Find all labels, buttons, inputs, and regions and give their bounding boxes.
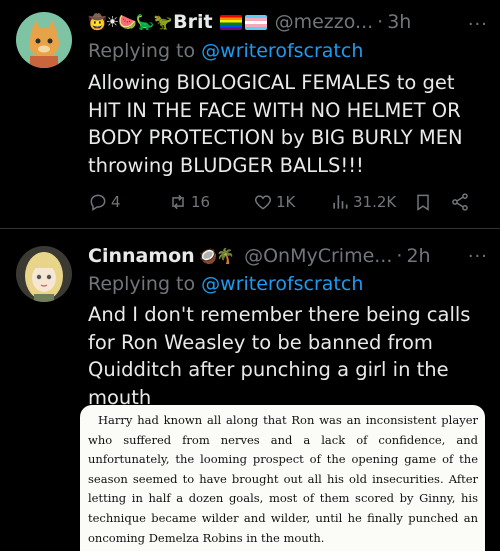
like-icon — [254, 195, 272, 210]
user-handle[interactable]: @mezzo... — [275, 10, 374, 34]
display-name[interactable]: Cinnamon — [88, 244, 195, 268]
like-button[interactable]: 1K — [253, 192, 295, 212]
separator: · — [377, 11, 384, 33]
avatar[interactable] — [16, 246, 72, 302]
user-handle[interactable]: @OnMyCrime... — [244, 244, 392, 268]
retweet-button[interactable]: 16 — [168, 192, 210, 212]
display-name[interactable]: Brit — [173, 10, 212, 34]
replying-prefix: Replying to — [88, 273, 202, 295]
replying-prefix: Replying to — [88, 40, 202, 62]
tweet-1[interactable]: 🤠☀🍉🦕🦖 Brit @mezzo... · 3h Replying to @w… — [0, 0, 500, 228]
trans-flag-icon — [244, 14, 267, 30]
more-options-icon[interactable]: ··· — [468, 14, 488, 35]
views-count: 31.2K — [353, 193, 397, 211]
tweet-2[interactable]: Cinnamon 🥥🌴 @OnMyCrime... · 2h Replying … — [0, 228, 500, 551]
rainbow-flag-icon — [219, 14, 242, 30]
like-count: 1K — [276, 193, 296, 211]
avatar[interactable] — [16, 12, 72, 68]
tweet-header: Cinnamon 🥥🌴 @OnMyCrime... · 2h — [88, 244, 488, 268]
tweet-text: And I don't remember there being calls f… — [88, 303, 471, 409]
tweet-text: Allowing BIOLOGICAL FEMALES to get HIT I… — [88, 71, 463, 177]
replying-to: Replying to @writerofscratch — [88, 272, 363, 296]
timestamp[interactable]: 2h — [406, 244, 430, 268]
share-icon — [452, 193, 468, 211]
replying-to-link[interactable]: @writerofscratch — [201, 273, 363, 295]
retweet-icon — [172, 194, 184, 210]
reply-icon — [90, 194, 106, 211]
timestamp[interactable]: 3h — [387, 10, 411, 34]
bookmark-icon — [417, 194, 429, 211]
reply-button[interactable]: 4 — [88, 192, 121, 212]
share-button[interactable] — [450, 192, 470, 212]
views-button[interactable]: 31.2K — [330, 192, 396, 212]
name-emojis: 🥥🌴 — [198, 247, 235, 265]
reply-count: 4 — [111, 193, 121, 211]
views-icon — [333, 195, 348, 209]
separator: · — [396, 245, 403, 267]
replying-to: Replying to @writerofscratch — [88, 39, 363, 63]
tweet-actions: 4 16 1K 31.2K — [88, 192, 480, 218]
name-emojis: 🤠☀🍉🦕🦖 — [88, 13, 172, 31]
book-excerpt-text: Harry had known all along that Ron was a… — [88, 413, 478, 545]
retweet-count: 16 — [191, 193, 211, 211]
tweet-header: 🤠☀🍉🦕🦖 Brit @mezzo... · 3h — [88, 10, 488, 34]
replying-to-link[interactable]: @writerofscratch — [201, 40, 363, 62]
more-options-icon[interactable]: ··· — [468, 246, 488, 267]
bookmark-button[interactable] — [413, 192, 433, 212]
attached-image[interactable]: Harry had known all along that Ron was a… — [80, 405, 485, 551]
